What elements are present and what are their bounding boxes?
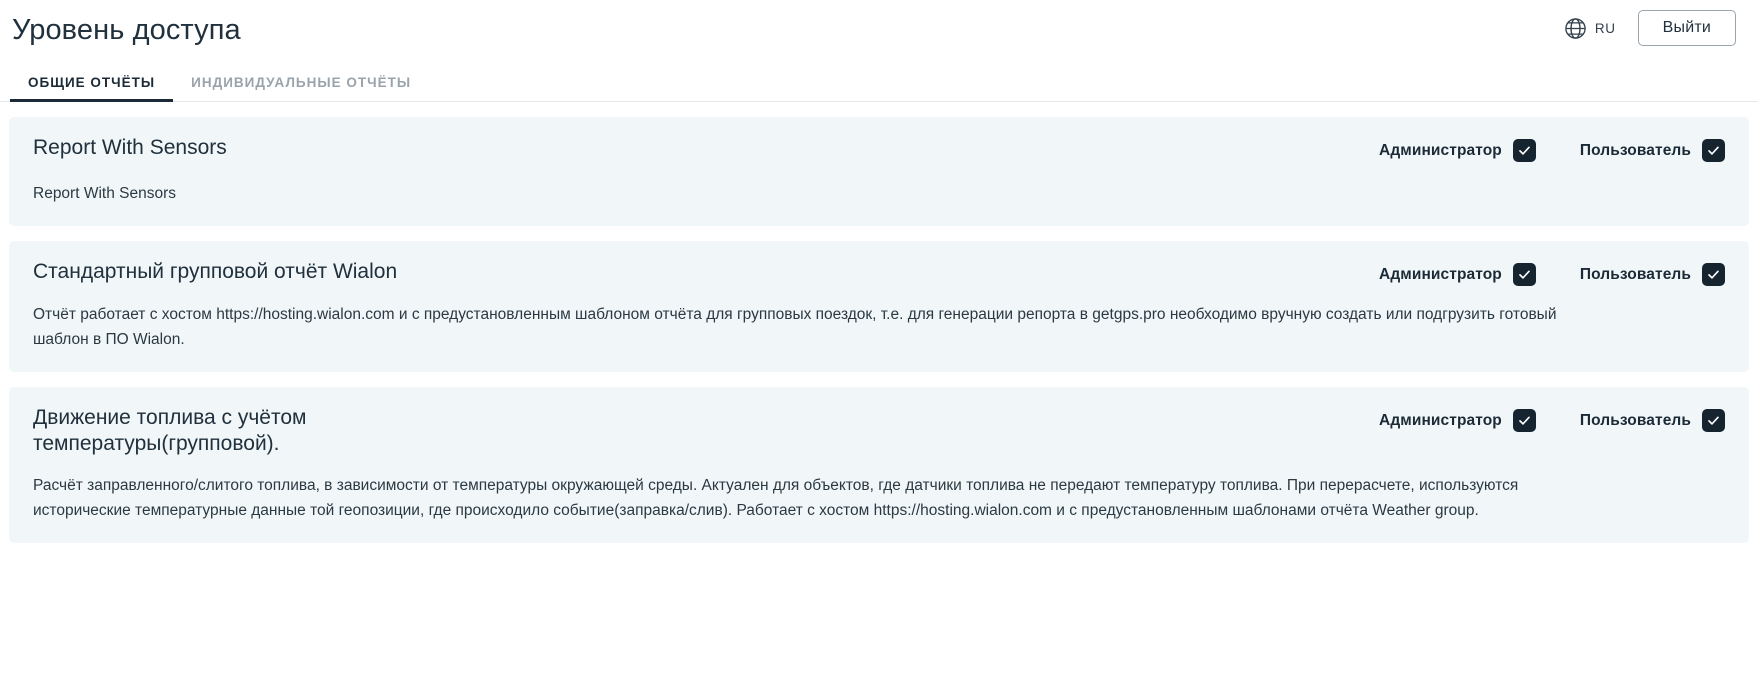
report-card-header: Движение топлива с учётом температуры(гр… [33,405,1725,456]
header-actions: RU Выйти [1563,10,1736,46]
role-user-label: Пользователь [1579,265,1691,283]
report-title: Report With Sensors [33,136,227,159]
page-title: Уровень доступа [12,13,241,46]
role-admin-label: Администратор [1379,141,1502,159]
page-header: Уровень доступа RU Выйти [0,0,1758,56]
report-card-header: Report With Sensors Администратор Пользо… [33,135,1725,162]
report-role-toggles: Администратор Пользователь [1379,259,1725,287]
role-user: Пользователь [1579,263,1725,287]
role-admin-label: Администратор [1379,411,1502,429]
report-title: Движение топлива с учётом температуры(гр… [33,406,307,455]
report-description: Отчёт работает с хостом https://hosting.… [33,306,1557,349]
tab-individual-reports[interactable]: ИНДИВИДУАЛЬНЫЕ ОТЧЁТЫ [173,75,429,101]
role-admin: Администратор [1379,263,1536,287]
logout-button[interactable]: Выйти [1637,10,1736,46]
user-checkbox[interactable] [1702,139,1725,162]
access-level-page: Уровень доступа RU Выйти ОБЩИЕ ОТЧЁТЫ ИН [0,0,1758,673]
report-role-toggles: Администратор Пользователь [1379,135,1725,162]
language-code: RU [1594,20,1616,36]
tab-general-reports[interactable]: ОБЩИЕ ОТЧЁТЫ [10,75,174,102]
report-description: Расчёт заправленного/слитого топлива, в … [33,476,1519,519]
report-title: Стандартный групповой отчёт Wialon [33,260,398,284]
globe-icon [1563,16,1588,41]
reports-list: Report With Sensors Администратор Пользо… [0,102,1758,543]
role-admin-label: Администратор [1379,265,1502,283]
role-user-label: Пользователь [1579,141,1691,159]
reports-tabs: ОБЩИЕ ОТЧЁТЫ ИНДИВИДУАЛЬНЫЕ ОТЧЁТЫ [0,56,1758,102]
admin-checkbox[interactable] [1512,139,1536,162]
user-checkbox[interactable] [1702,263,1725,287]
report-card-header: Стандартный групповой отчёт Wialon Админ… [33,259,1725,287]
report-card: Стандартный групповой отчёт Wialon Админ… [9,241,1749,373]
language-switcher[interactable]: RU [1563,16,1616,41]
report-card: Report With Sensors Администратор Пользо… [9,117,1749,227]
role-user-label: Пользователь [1579,411,1691,429]
role-admin: Администратор [1379,409,1536,433]
role-user: Пользователь [1580,139,1725,162]
admin-checkbox[interactable] [1512,263,1536,287]
report-description: Report With Sensors [33,185,176,202]
role-user: Пользователь [1579,409,1725,433]
role-admin: Администратор [1379,139,1536,162]
report-role-toggles: Администратор Пользователь [1379,405,1725,433]
admin-checkbox[interactable] [1512,409,1536,433]
user-checkbox[interactable] [1702,409,1725,433]
report-card: Движение топлива с учётом температуры(гр… [9,387,1749,543]
